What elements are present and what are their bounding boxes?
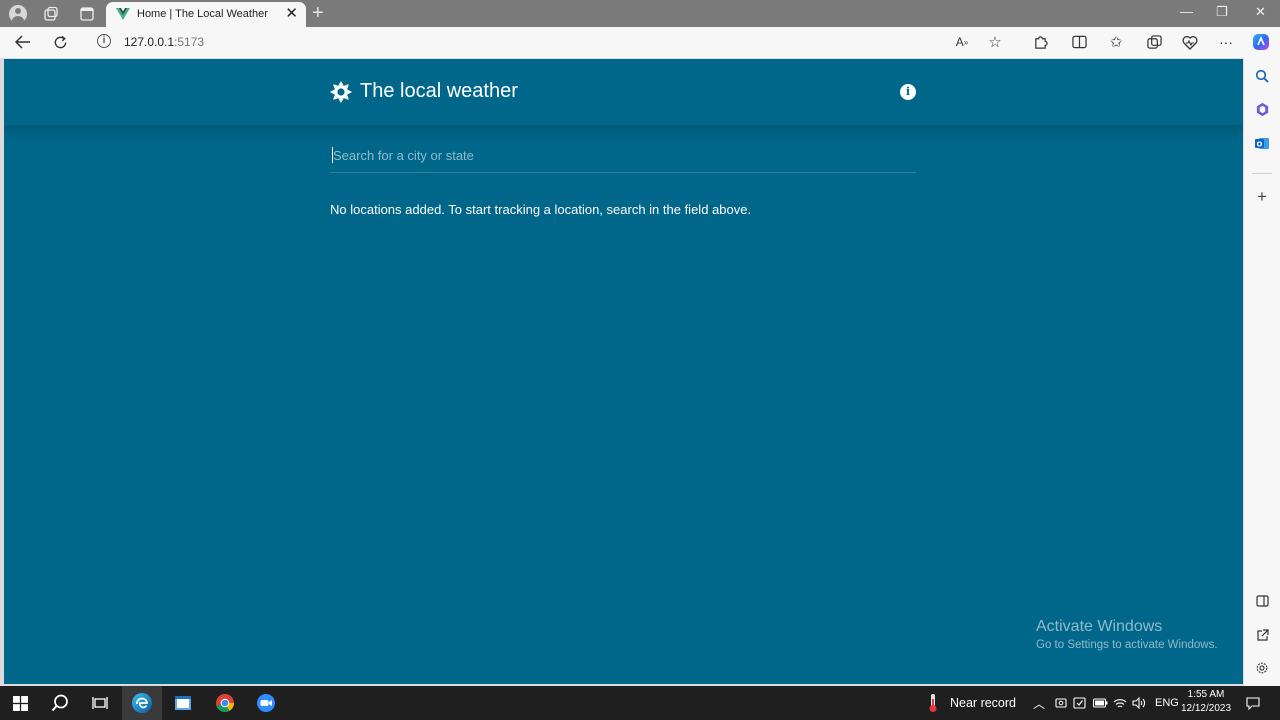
task-view-icon[interactable]: [86, 686, 114, 720]
tab-strip: Home | The Local Weather ✕ + — ❐ ✕: [0, 0, 1280, 27]
tab-close-icon[interactable]: ✕: [285, 5, 298, 22]
volume-icon[interactable]: [1132, 686, 1147, 720]
tab-actions-icon[interactable]: [76, 3, 98, 25]
weather-widget-text: Near record: [950, 696, 1016, 710]
wifi-icon[interactable]: [1113, 686, 1127, 720]
refresh-icon[interactable]: [48, 31, 72, 53]
app-window-taskbar-icon[interactable]: [169, 686, 197, 720]
clock[interactable]: 1:55 AM 12/12/2023: [1178, 688, 1234, 716]
meet-now-icon[interactable]: [1055, 686, 1067, 720]
active-tab[interactable]: Home | The Local Weather ✕: [106, 2, 306, 27]
back-icon[interactable]: [11, 31, 35, 53]
collections-icon[interactable]: [1142, 31, 1166, 53]
app-title: The local weather: [360, 80, 518, 102]
url-port: :5173: [174, 35, 205, 49]
more-icon[interactable]: ···: [1214, 31, 1238, 53]
address-bar[interactable]: 127.0.0.1:5173: [124, 35, 204, 49]
thermometer-icon: [929, 694, 937, 712]
settings-icon[interactable]: [1252, 658, 1272, 678]
new-tab-button[interactable]: +: [312, 2, 324, 24]
app-header: The local weather i: [4, 59, 1243, 125]
edge-sidebar: O +: [1244, 58, 1280, 686]
tab-title: Home | The Local Weather: [137, 8, 268, 20]
browser-toolbar: i 127.0.0.1:5173 A» ☆ ✩ ···: [0, 27, 1280, 58]
browser-essentials-icon[interactable]: [1178, 31, 1202, 53]
copilot-icon[interactable]: [1249, 31, 1273, 53]
url-host: 127.0.0.1: [124, 35, 175, 49]
sun-icon[interactable]: [330, 81, 352, 103]
open-external-icon[interactable]: [1252, 625, 1272, 645]
sidebar-toggle-icon[interactable]: [1252, 591, 1272, 611]
weather-app-page: The local weather i No locations added. …: [4, 59, 1243, 684]
read-aloud-icon[interactable]: A»: [950, 31, 974, 53]
site-info-icon[interactable]: i: [97, 34, 111, 48]
add-icon[interactable]: +: [1252, 187, 1272, 207]
restore-button[interactable]: ❐: [1216, 4, 1228, 20]
info-icon[interactable]: i: [900, 84, 916, 100]
clock-date: 12/12/2023: [1180, 703, 1232, 714]
activate-windows-watermark: Activate Windows Go to Settings to activ…: [1036, 618, 1218, 651]
favorite-icon[interactable]: ☆: [983, 31, 1007, 53]
windows-taskbar: Near record ︿ ENG 1:55 AM 12/12/2023: [0, 686, 1280, 720]
search-input[interactable]: [330, 141, 916, 169]
minimize-button[interactable]: —: [1180, 4, 1193, 19]
svg-text:O: O: [1257, 140, 1263, 148]
vue-logo-icon: [116, 8, 130, 20]
language-indicator[interactable]: ENG: [1155, 686, 1179, 720]
empty-state-message: No locations added. To start tracking a …: [330, 202, 752, 217]
extensions-icon[interactable]: [1028, 31, 1052, 53]
window-close-button[interactable]: ✕: [1255, 4, 1266, 20]
split-screen-icon[interactable]: [1067, 31, 1091, 53]
outlook-icon[interactable]: O: [1252, 133, 1272, 153]
taskbar-search-icon[interactable]: [46, 686, 74, 720]
notifications-icon[interactable]: [1246, 686, 1260, 720]
search-icon[interactable]: [1252, 66, 1272, 86]
workspaces-icon[interactable]: [40, 3, 62, 25]
favorites-icon[interactable]: ✩: [1104, 31, 1128, 53]
profile-icon[interactable]: [7, 3, 29, 25]
zoom-taskbar-icon[interactable]: [252, 686, 280, 720]
start-icon[interactable]: [6, 686, 34, 720]
activate-windows-title: Activate Windows: [1036, 618, 1163, 635]
sidebar-divider: [1252, 173, 1272, 174]
weather-widget[interactable]: Near record: [926, 686, 1016, 720]
text-caret: [332, 147, 333, 163]
edge-taskbar-icon[interactable]: [122, 686, 162, 720]
search-field-container: [330, 141, 916, 173]
security-icon[interactable]: [1073, 686, 1086, 720]
battery-icon[interactable]: [1093, 686, 1108, 720]
activate-windows-subtitle: Go to Settings to activate Windows.: [1036, 639, 1218, 651]
show-hidden-icons[interactable]: ︿: [1033, 686, 1045, 720]
office-icon[interactable]: [1252, 99, 1272, 119]
chrome-taskbar-icon[interactable]: [211, 686, 239, 720]
clock-time: 1:55 AM: [1187, 689, 1225, 700]
